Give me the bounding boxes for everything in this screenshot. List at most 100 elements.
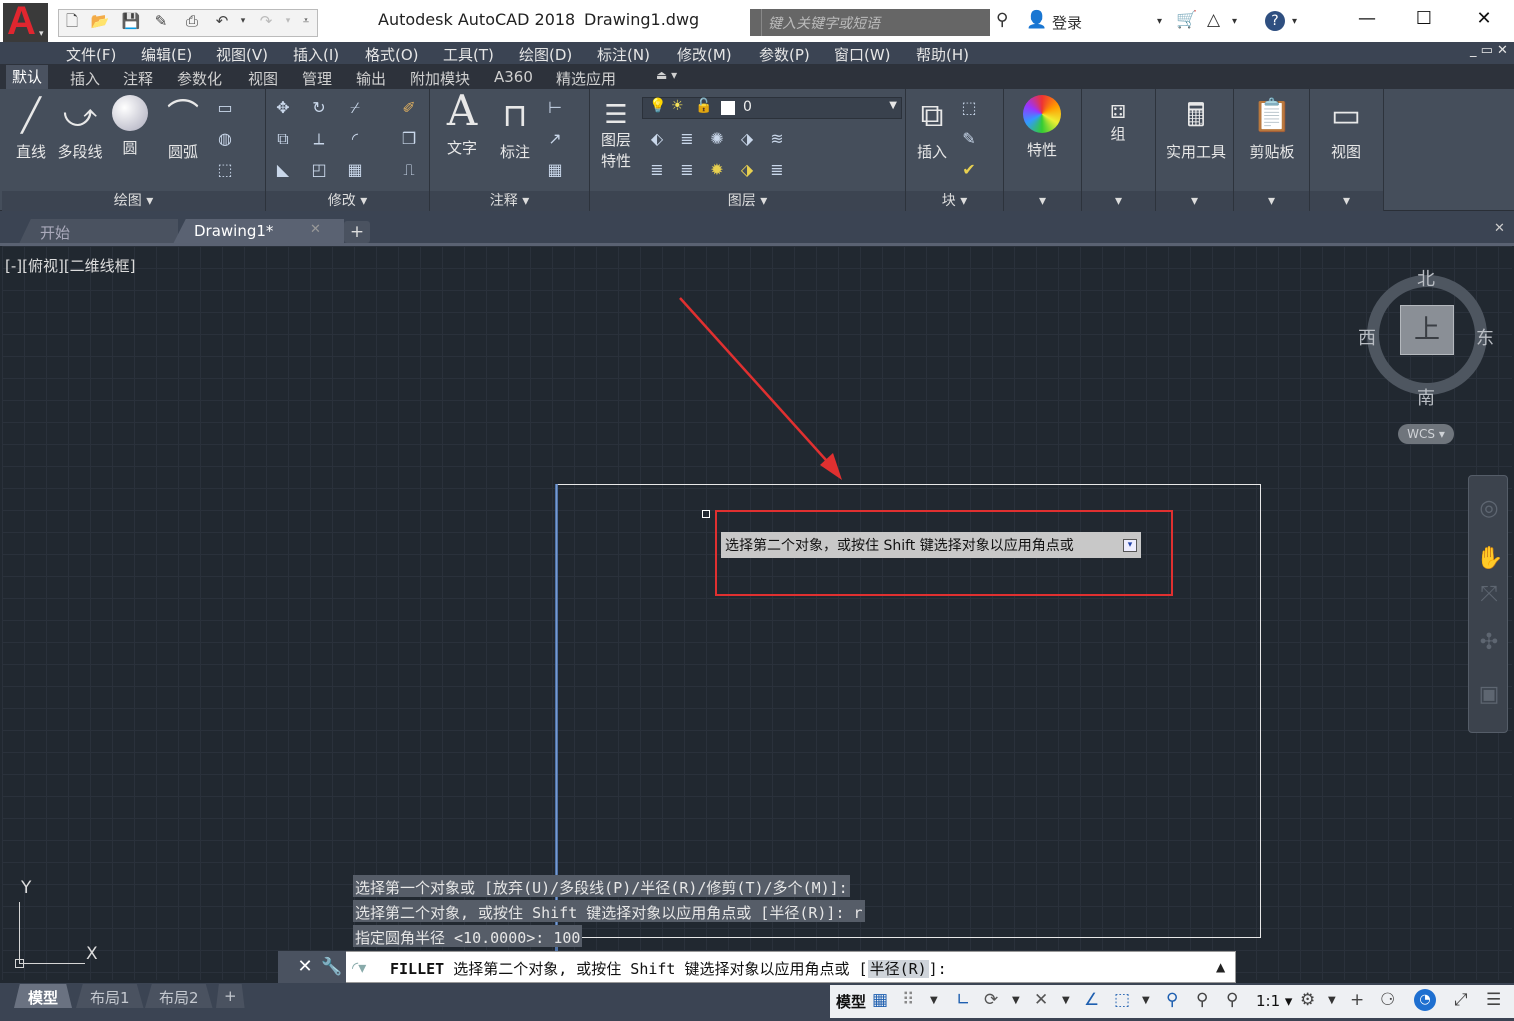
- object-snap-tracking-icon[interactable]: ∠: [1084, 990, 1099, 1010]
- utilities-button[interactable]: 🖩 实用工具: [1160, 95, 1232, 162]
- compass-north[interactable]: 北: [1417, 265, 1435, 291]
- view-button[interactable]: ▭ 视图: [1322, 95, 1370, 162]
- command-prompt[interactable]: FILLET 选择第二个对象, 或按住 Shift 键选择对象以应用角点或 [半…: [390, 958, 947, 979]
- tab-featured-apps[interactable]: 精选应用: [556, 68, 616, 89]
- layer-tool-icon[interactable]: ≋: [766, 128, 788, 150]
- application-menu-button[interactable]: A ▾: [3, 0, 48, 45]
- maximize-button[interactable]: ☐: [1404, 4, 1444, 34]
- showmotion-icon[interactable]: ▣: [1476, 682, 1502, 708]
- layer-properties-button[interactable]: ☰ 图层 特性: [596, 95, 636, 171]
- tab-output[interactable]: 输出: [356, 68, 386, 89]
- undo-dropdown-icon[interactable]: ▾: [233, 12, 253, 30]
- menu-edit[interactable]: 编辑(E): [141, 44, 192, 65]
- layer-tool-icon[interactable]: ≣: [676, 128, 698, 150]
- recent-commands-icon[interactable]: ◜▾: [352, 958, 366, 977]
- doc-window-controls[interactable]: _ ▭ ✕: [1470, 43, 1508, 58]
- offset-icon[interactable]: ⎍: [398, 159, 420, 181]
- tab-annotate[interactable]: 注释: [123, 68, 153, 89]
- create-block-icon[interactable]: ⬚: [958, 97, 980, 119]
- model-space-toggle[interactable]: 模型: [836, 991, 866, 1012]
- layer-tool-icon[interactable]: ⬗: [736, 159, 758, 181]
- close-button[interactable]: ✕: [1464, 4, 1504, 34]
- layer-tool-icon[interactable]: ≣: [646, 159, 668, 181]
- array-icon[interactable]: ▦: [344, 159, 366, 181]
- chevron-down-icon[interactable]: ▼: [1142, 995, 1150, 1006]
- explode-icon[interactable]: ❒: [398, 128, 420, 150]
- hatch-icon[interactable]: ◍: [214, 128, 236, 150]
- layer-tool-icon[interactable]: ⬖: [646, 128, 668, 150]
- new-file-icon[interactable]: 🗋: [62, 12, 82, 30]
- object-snap-icon[interactable]: ⬚: [1114, 990, 1130, 1010]
- menu-window[interactable]: 窗口(W): [834, 44, 891, 65]
- viewport-controls[interactable]: [-][俯视][二维线框]: [5, 255, 136, 276]
- fillet-icon[interactable]: ◜: [344, 128, 366, 150]
- tab-a360[interactable]: A360: [494, 68, 533, 86]
- rectangle-icon[interactable]: ▭: [214, 97, 236, 119]
- menu-file[interactable]: 文件(F): [66, 44, 116, 65]
- a360-icon[interactable]: △: [1207, 10, 1220, 30]
- layout-tab-model[interactable]: 模型: [14, 984, 73, 1008]
- chevron-down-icon[interactable]: ▼: [930, 995, 938, 1006]
- arc-button[interactable]: ⌒ 圆弧: [160, 95, 206, 162]
- chevron-down-icon[interactable]: ▾: [1292, 16, 1297, 27]
- search-input[interactable]: 键入关键字或短语: [750, 9, 990, 36]
- panel-groups-foot[interactable]: ▾: [1082, 191, 1155, 211]
- panel-properties-foot[interactable]: ▾: [1004, 191, 1081, 211]
- erase-icon[interactable]: ✐: [398, 97, 420, 119]
- plot-icon[interactable]: ⎙: [182, 12, 202, 30]
- ortho-icon[interactable]: ∟: [956, 990, 970, 1010]
- clipboard-button[interactable]: 📋 剪贴板: [1240, 95, 1304, 162]
- panel-view-foot[interactable]: ▾: [1310, 191, 1383, 211]
- edit-block-icon[interactable]: ✎: [958, 128, 980, 150]
- panel-layers-title[interactable]: 图层 ▾: [590, 191, 905, 211]
- redo-dropdown-icon[interactable]: ▾: [278, 12, 298, 30]
- snap-icon[interactable]: ⠿: [902, 990, 914, 1010]
- tab-manage[interactable]: 管理: [302, 68, 332, 89]
- command-line-grip[interactable]: [278, 951, 292, 983]
- layer-tool-icon[interactable]: ≣: [766, 159, 788, 181]
- steering-wheel-icon[interactable]: ◎: [1476, 496, 1502, 522]
- tab-default[interactable]: 默认: [6, 65, 49, 89]
- layer-tool-icon[interactable]: ✹: [706, 159, 728, 181]
- ribbon-minimize-icon[interactable]: ⏏ ▾: [656, 68, 677, 82]
- customize-wrench-icon[interactable]: 🔧: [318, 951, 346, 983]
- layer-tool-icon[interactable]: ✺: [706, 128, 728, 150]
- panel-modify-title[interactable]: 修改 ▾: [266, 191, 429, 211]
- annotation-visibility-icon[interactable]: ⚲: [1166, 990, 1178, 1010]
- auto-scale-icon[interactable]: ⚲: [1196, 990, 1208, 1010]
- isolate-objects-icon[interactable]: ⚆: [1380, 990, 1395, 1010]
- leader-icon[interactable]: ↗: [544, 128, 566, 150]
- wcs-menu[interactable]: WCS ▾: [1398, 424, 1454, 444]
- insert-block-button[interactable]: ⧉ 插入: [910, 95, 954, 162]
- polar-tracking-icon[interactable]: ⟳: [984, 990, 998, 1010]
- properties-button[interactable]: 特性: [1018, 95, 1066, 160]
- close-tab-icon[interactable]: ✕: [310, 222, 321, 237]
- tab-view[interactable]: 视图: [248, 68, 278, 89]
- dimension-button[interactable]: ⊓ 标注: [492, 95, 538, 162]
- help-icon[interactable]: ?: [1265, 11, 1285, 31]
- isometric-icon[interactable]: ✕: [1034, 990, 1048, 1010]
- chevron-down-icon[interactable]: ▼: [1012, 995, 1020, 1006]
- clean-screen-icon[interactable]: ⤢: [1454, 990, 1468, 1010]
- scale-selector[interactable]: 1:1 ▾: [1256, 992, 1292, 1010]
- layer-tool-icon[interactable]: ≣: [676, 159, 698, 181]
- workspace-gear-icon[interactable]: ⚙: [1300, 990, 1315, 1010]
- panel-annotation-title[interactable]: 注释 ▾: [430, 191, 589, 211]
- pan-icon[interactable]: ✋: [1476, 546, 1503, 572]
- menu-draw[interactable]: 绘图(D): [519, 44, 572, 65]
- stretch-icon[interactable]: ◣: [272, 159, 294, 181]
- binoculars-icon[interactable]: ⚲: [996, 10, 1008, 30]
- text-button[interactable]: A 文字: [440, 90, 484, 158]
- menu-parametric[interactable]: 参数(P): [759, 44, 810, 65]
- layout-tab-1[interactable]: 布局1: [76, 984, 144, 1008]
- save-icon[interactable]: 💾: [121, 12, 141, 30]
- chevron-down-icon[interactable]: ▼: [1062, 995, 1070, 1006]
- hardware-acceleration-icon[interactable]: ◔: [1414, 989, 1436, 1011]
- chevron-down-icon[interactable]: ▼: [1328, 995, 1336, 1006]
- tab-insert[interactable]: 插入: [70, 68, 100, 89]
- viewcube-top-face[interactable]: 上: [1400, 305, 1454, 355]
- menu-help[interactable]: 帮助(H): [916, 44, 969, 65]
- plus-icon[interactable]: +: [1350, 990, 1364, 1010]
- zoom-icon[interactable]: ⤧: [1476, 582, 1502, 608]
- menu-view[interactable]: 视图(V): [216, 44, 268, 65]
